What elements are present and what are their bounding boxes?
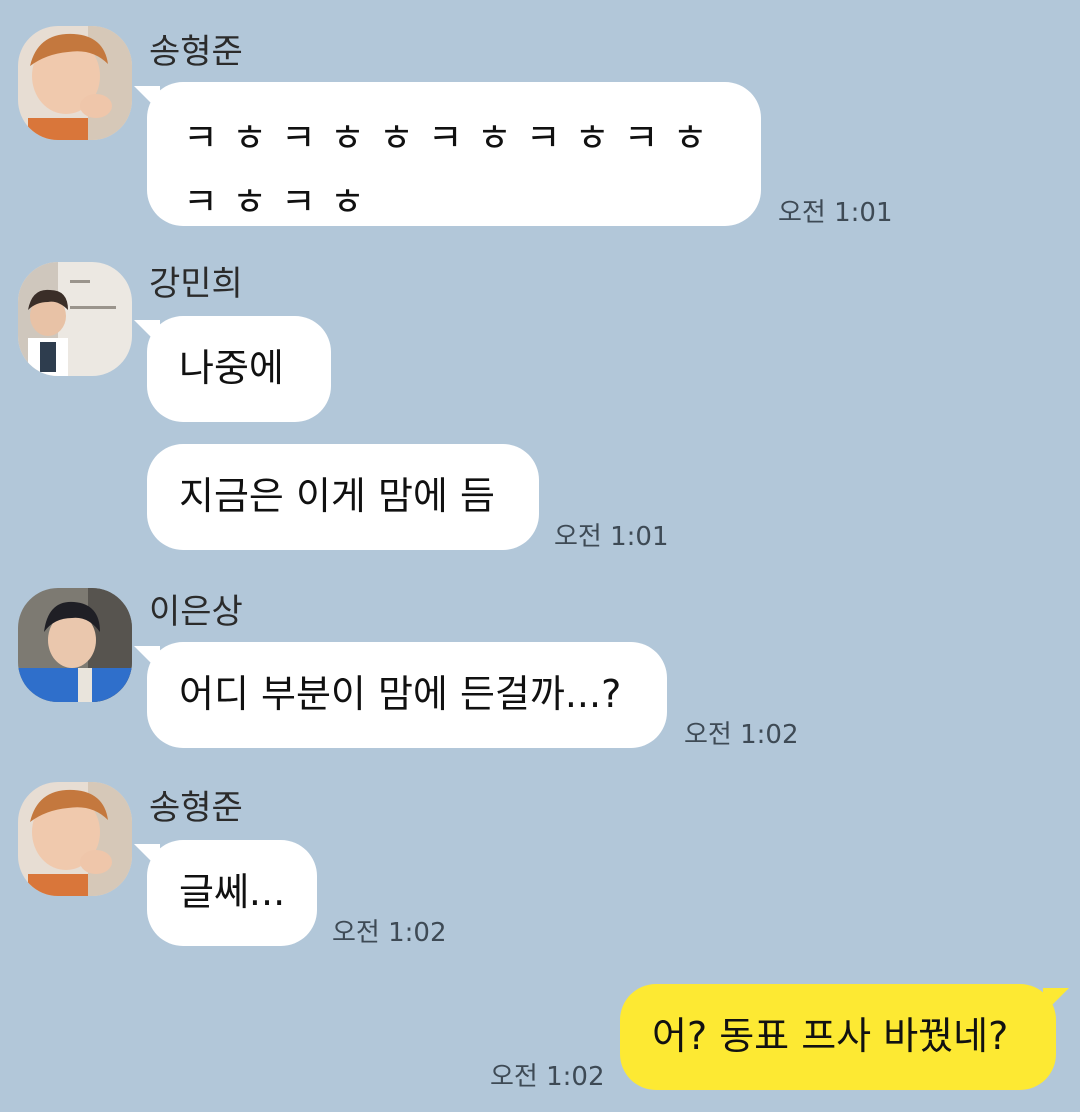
chat-room: 송형준 ㅋㅎㅋㅎㅎㅋㅎㅋㅎㅋㅎㅋㅎㅋㅎ 오전 1:01 강민희 나중에 지금은 … [0,0,1080,1112]
profile-avatar[interactable] [18,26,132,140]
message-time: 오전 1:02 [684,720,799,750]
message-bubble[interactable]: 지금은 이게 맘에 듬 [147,444,539,550]
sender-name: 송형준 [149,32,243,72]
profile-avatar[interactable] [18,782,132,896]
message-bubble[interactable]: 나중에 [134,316,331,422]
sender-name: 송형준 [149,788,243,828]
message-bubble[interactable]: 어디 부분이 맘에 든걸까...? [134,642,667,748]
sender-name: 이은상 [149,592,243,632]
profile-avatar[interactable] [18,262,132,376]
profile-avatar[interactable] [18,588,132,702]
sender-name: 강민희 [149,264,243,304]
message-bubble[interactable]: ㅋㅎㅋㅎㅎㅋㅎㅋㅎㅋㅎㅋㅎㅋㅎ [134,82,761,226]
my-message-time: 오전 1:02 [490,1062,605,1092]
message-time: 오전 1:02 [332,918,447,948]
message-time: 오전 1:01 [778,198,893,228]
message-time: 오전 1:01 [554,522,669,552]
my-message-bubble[interactable]: 어? 동표 프사 바꿨네? [620,984,1069,1090]
message-bubble[interactable]: 글쎄... [134,840,317,946]
